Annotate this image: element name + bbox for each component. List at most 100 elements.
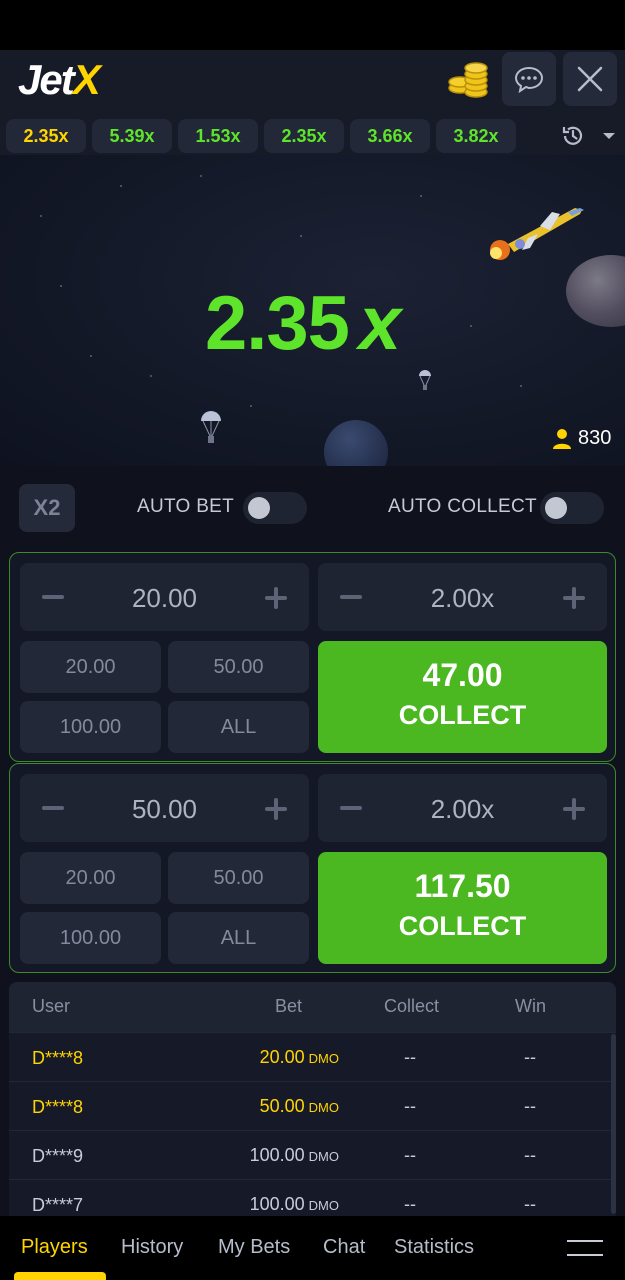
row-bet: 100.00 DMO	[189, 1145, 339, 1166]
tab-chat[interactable]: Chat	[323, 1236, 365, 1259]
tab-statistics[interactable]: Statistics	[394, 1236, 474, 1259]
recent-multipliers: 2.35x 5.39x 1.53x 2.35x 3.66x 3.82x	[6, 119, 516, 153]
user-icon	[553, 428, 571, 449]
row-collect: --	[404, 1194, 416, 1214]
game-canvas: 2.35 x 830	[0, 155, 625, 466]
plus-icon[interactable]	[563, 798, 585, 820]
row-bet-amount: 50.00	[259, 1096, 305, 1116]
auto-collect-label: AUTO COLLECT	[388, 496, 537, 517]
row-win: --	[524, 1096, 536, 1116]
row-collect: --	[404, 1145, 416, 1165]
column-win: Win	[515, 996, 546, 1016]
quick-bet-button[interactable]: 50.00	[168, 852, 309, 904]
row-currency: DMO	[308, 1198, 339, 1213]
hamburger-menu-icon[interactable]	[567, 1240, 603, 1256]
parachute-icon	[201, 411, 221, 443]
top-spacer	[0, 0, 625, 50]
table-row: D****8 20.00 DMO -- --	[9, 1032, 616, 1081]
auto-cashout-stepper: 2.00x	[318, 774, 607, 842]
quick-bet-button[interactable]: 100.00	[20, 701, 161, 753]
row-user: D****8	[32, 1097, 84, 1117]
logo-accent-text: X	[72, 56, 101, 103]
multiplier-chip[interactable]: 3.66x	[350, 119, 430, 153]
table-row: D****9 100.00 DMO -- --	[9, 1130, 616, 1179]
jetx-logo: JetX	[18, 56, 101, 104]
row-bet-amount: 100.00	[249, 1194, 305, 1214]
quick-bet-button[interactable]: 50.00	[168, 641, 309, 693]
tab-history[interactable]: History	[121, 1236, 183, 1259]
planet-decoration	[324, 420, 388, 466]
chevron-down-icon	[603, 133, 615, 139]
history-icon	[562, 126, 583, 145]
row-currency: DMO	[308, 1100, 339, 1115]
players-table: User Bet Collect Win D****8 20.00 DMO -- …	[9, 982, 616, 1216]
table-header: User Bet Collect Win	[9, 982, 616, 1032]
row-bet-amount: 100.00	[249, 1145, 305, 1165]
plus-icon[interactable]	[265, 587, 287, 609]
multiplier-chip[interactable]: 2.35x	[264, 119, 344, 153]
players-online-count: 830	[578, 427, 612, 449]
auto-bet-toggle[interactable]	[243, 492, 307, 524]
collect-amount: 47.00	[422, 657, 503, 693]
close-icon	[577, 66, 603, 92]
auto-cashout-stepper: 2.00x	[318, 563, 607, 631]
plus-icon[interactable]	[265, 798, 287, 820]
bet-amount-stepper: 50.00	[20, 774, 309, 842]
row-win: --	[524, 1145, 536, 1165]
quick-bet-all-button[interactable]: ALL	[168, 912, 309, 964]
collect-button[interactable]: 117.50 COLLECT	[318, 852, 607, 964]
multiplier-chip[interactable]: 3.82x	[436, 119, 516, 153]
row-collect: --	[404, 1047, 416, 1067]
column-bet: Bet	[275, 996, 303, 1016]
row-collect: --	[404, 1096, 416, 1116]
bet-panel-2: 50.00 2.00x 20.00 50.00 100.00 ALL 117.5…	[9, 763, 616, 973]
collect-amount: 117.50	[414, 868, 511, 904]
row-bet: 100.00 DMO	[189, 1194, 339, 1215]
auto-collect-toggle[interactable]	[540, 492, 604, 524]
multiplier-value: 2.35	[205, 281, 350, 366]
jet-icon	[490, 208, 584, 260]
row-win: --	[524, 1047, 536, 1067]
bottom-nav: Players History My Bets Chat Statistics	[0, 1216, 625, 1280]
collect-label: COLLECT	[398, 911, 527, 941]
bet-panel-1: 20.00 2.00x 20.00 50.00 100.00 ALL 47.00…	[9, 552, 616, 762]
quick-bet-all-button[interactable]: ALL	[168, 701, 309, 753]
close-button[interactable]	[563, 52, 617, 106]
tab-my-bets[interactable]: My Bets	[218, 1236, 290, 1259]
row-win: --	[524, 1194, 536, 1214]
parachute-icon	[419, 370, 431, 390]
tab-players[interactable]: Players	[21, 1236, 88, 1259]
row-user: D****7	[32, 1195, 84, 1215]
table-row: D****7 100.00 DMO -- --	[9, 1179, 616, 1216]
quick-bet-button[interactable]: 20.00	[20, 852, 161, 904]
multiplier-chip[interactable]: 5.39x	[92, 119, 172, 153]
history-dropdown[interactable]	[560, 119, 616, 153]
column-user: User	[32, 996, 71, 1016]
x2-button[interactable]: X2	[19, 484, 75, 532]
table-scrollbar[interactable]	[611, 1034, 616, 1214]
row-bet-amount: 20.00	[259, 1047, 305, 1067]
row-bet: 50.00 DMO	[189, 1096, 339, 1117]
collect-button[interactable]: 47.00 COLLECT	[318, 641, 607, 753]
quick-bet-button[interactable]: 100.00	[20, 912, 161, 964]
coins-icon[interactable]	[446, 58, 490, 102]
multiplier-chip[interactable]: 2.35x	[6, 119, 86, 153]
collect-label: COLLECT	[398, 700, 527, 730]
betting-panel: X2 AUTO BET AUTO COLLECT 20.00 2.00x 20.…	[0, 466, 625, 1216]
game-header: JetX 2.35x 5.39x 1.53x 2.35x 3.66x 3.82x	[0, 50, 625, 155]
multiplier-chip[interactable]: 1.53x	[178, 119, 258, 153]
plus-icon[interactable]	[563, 587, 585, 609]
row-currency: DMO	[308, 1051, 339, 1066]
multiplier-suffix: x	[358, 281, 401, 366]
current-multiplier: 2.35 x	[205, 280, 401, 367]
row-currency: DMO	[308, 1149, 339, 1164]
active-tab-indicator	[14, 1272, 106, 1280]
table-row: D****8 50.00 DMO -- --	[9, 1081, 616, 1130]
quick-bet-button[interactable]: 20.00	[20, 641, 161, 693]
chat-button[interactable]	[502, 52, 556, 106]
row-bet: 20.00 DMO	[189, 1047, 339, 1068]
players-online: 830	[552, 427, 611, 450]
column-collect: Collect	[384, 996, 440, 1016]
bet-amount-stepper: 20.00	[20, 563, 309, 631]
auto-bet-label: AUTO BET	[137, 496, 235, 517]
